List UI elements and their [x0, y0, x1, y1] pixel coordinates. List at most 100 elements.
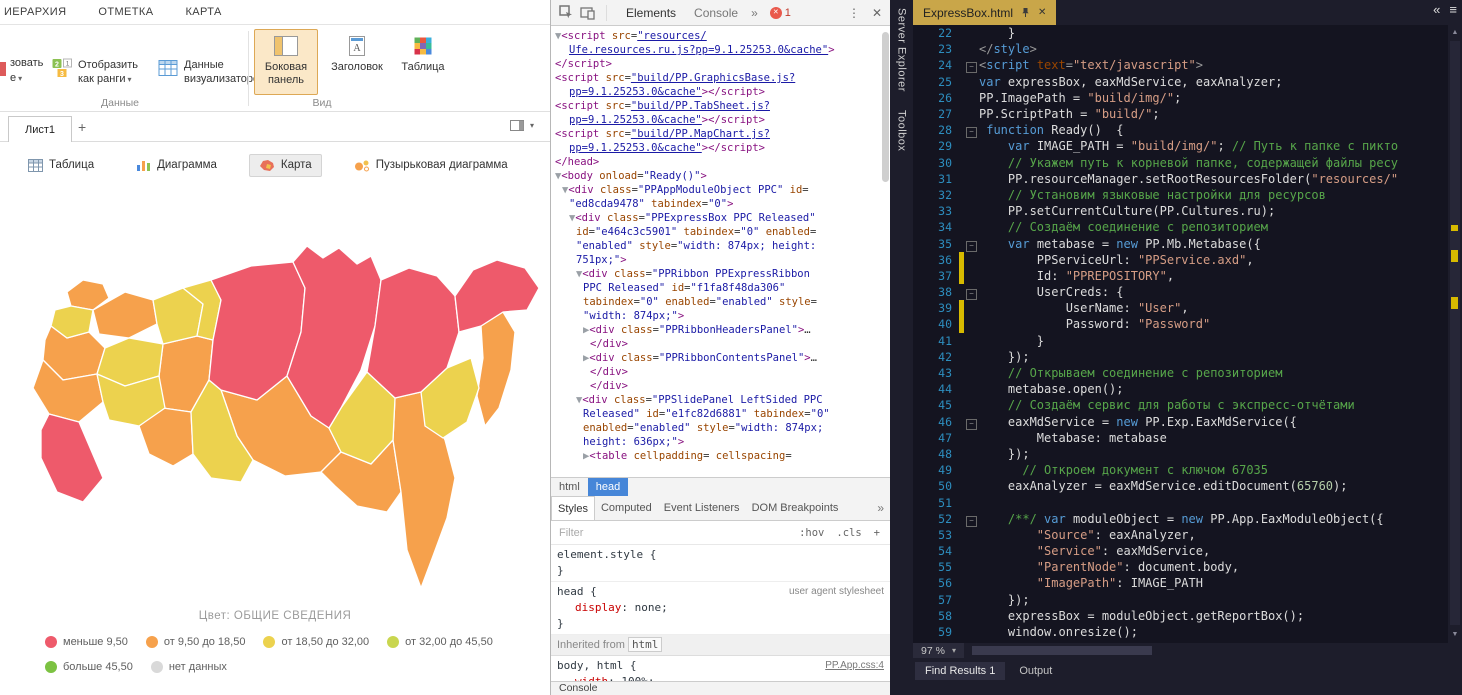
toolbox-tab[interactable]: Toolbox	[896, 110, 908, 151]
code-line[interactable]: 47 Metabase: metabase	[913, 430, 1448, 446]
dom-tree-line[interactable]: </head>	[551, 155, 890, 169]
dom-tree-line[interactable]: "width: 874px;">	[551, 309, 890, 323]
dom-tree-line[interactable]: ▶<table cellpadding= cellspacing=	[551, 449, 890, 463]
dom-tree-line[interactable]: height: 636px;">	[551, 435, 890, 449]
tab-styles[interactable]: Styles	[551, 496, 595, 520]
console-drawer-tab[interactable]: Console	[551, 681, 890, 695]
view-tab-chart[interactable]: Диаграмма	[126, 154, 227, 177]
code-line[interactable]: 58 expressBox = moduleObject.getReportBo…	[913, 608, 1448, 624]
dom-tree-line[interactable]: "enabled" style="width: 874px; height:	[551, 239, 890, 253]
editor-scrollbar[interactable]: ▲ ▼	[1448, 25, 1462, 643]
dom-tree-line[interactable]: ▼<div class="PPAppModuleObject PPC" id=	[551, 183, 890, 197]
code-line[interactable]: 36 PPServiceUrl: "PPService.axd",	[913, 252, 1448, 268]
dom-tree-line[interactable]: <script src="build/PP.GraphicsBase.js?	[551, 71, 890, 85]
dom-tree-line[interactable]: enabled="enabled" style="width: 874px;	[551, 421, 890, 435]
code-line[interactable]: 28− function Ready() {	[913, 122, 1448, 138]
dom-tree-line[interactable]: ▶<div class="PPRibbonContentsPanel">…	[551, 351, 890, 365]
pin-icon[interactable]	[1021, 7, 1030, 18]
dom-tree-line[interactable]: ▼<body onload="Ready()">	[551, 169, 890, 183]
code-line[interactable]: 25var expressBox, eaxMdService, eaxAnaly…	[913, 74, 1448, 90]
ribbon-tab-map[interactable]: КАРТА	[185, 6, 221, 18]
code-line[interactable]: 55 "ParentNode": document.body,	[913, 559, 1448, 575]
code-line[interactable]: 37 Id: "PPREPOSITORY",	[913, 268, 1448, 284]
device-toolbar-icon[interactable]	[580, 6, 596, 20]
code-line[interactable]: 57 });	[913, 592, 1448, 608]
code-line[interactable]: 54 "Service": eaxMdService,	[913, 543, 1448, 559]
tab-computed[interactable]: Computed	[595, 502, 658, 514]
sheet-tab[interactable]: Лист1	[8, 116, 72, 142]
dom-tree-scrollbar[interactable]	[882, 32, 889, 182]
tab-elements[interactable]: Elements	[617, 6, 685, 20]
code-line[interactable]: 45 // Создаём сервис для работы с экспре…	[913, 397, 1448, 413]
new-rule-button[interactable]: +	[874, 527, 880, 539]
dom-tree-line[interactable]: PPC Released" id="f1fa8f48da306"	[551, 281, 890, 295]
code-line[interactable]: 51	[913, 494, 1448, 510]
zoom-control[interactable]: 97 % ▾	[913, 643, 964, 658]
filter-input[interactable]: Filter	[559, 527, 583, 539]
code-line[interactable]: 44 metabase.open();	[913, 381, 1448, 397]
view-tab-table[interactable]: Таблица	[18, 154, 104, 177]
dom-tree-line[interactable]: <script src="build/PP.MapChart.js?	[551, 127, 890, 141]
fold-collapse-icon[interactable]: −	[966, 241, 977, 252]
ribbon-button-cutoff[interactable]: зовать е▾	[10, 56, 43, 86]
dom-tree-line[interactable]: Ufe.resources.ru.js?pp=9.1.25253.0&cache…	[551, 43, 890, 57]
view-tab-bubble-chart[interactable]: Пузырьковая диаграмма	[344, 154, 518, 177]
dom-tree-line[interactable]: ▼<div class="PPRibbon PPExpressRibbon	[551, 267, 890, 281]
code-line[interactable]: 39 UserName: "User",	[913, 300, 1448, 316]
code-line[interactable]: 40 Password: "Password"	[913, 316, 1448, 332]
code-line[interactable]: 46− eaxMdService = new PP.Exp.EaxMdServi…	[913, 414, 1448, 430]
code-line[interactable]: 31 PP.resourceManager.setRootResourcesFo…	[913, 171, 1448, 187]
code-line[interactable]: 23</style>	[913, 41, 1448, 57]
panel-toggle-button[interactable]: ▾	[510, 120, 534, 131]
add-sheet-button[interactable]: +	[78, 119, 86, 135]
more-tabs-icon[interactable]: »	[747, 6, 762, 20]
header-button[interactable]: A Заголовок	[327, 29, 387, 95]
show-as-ranks-button[interactable]: 2 1 3 Отобразить как ранги▾	[52, 58, 138, 87]
dom-tree-line[interactable]: "ed8cda9478" tabindex="0">	[551, 197, 890, 211]
dom-tree-line[interactable]: tabindex="0" enabled="enabled" style=	[551, 295, 890, 309]
code-line[interactable]: 22 }	[913, 25, 1448, 41]
code-line[interactable]: 33 PP.setCurrentCulture(PP.Cultures.ru);	[913, 203, 1448, 219]
code-line[interactable]: 29 var IMAGE_PATH = "build/img/"; // Пут…	[913, 138, 1448, 154]
devtools-menu-icon[interactable]: ⋮	[848, 6, 860, 20]
dom-tree[interactable]: ▼<script src="resources/Ufe.resources.ru…	[551, 27, 890, 477]
code-line[interactable]: 34 // Создаём соединение с репозиторием	[913, 219, 1448, 235]
code-line[interactable]: 38− UserCreds: {	[913, 284, 1448, 300]
code-line[interactable]: 27PP.ScriptPath = "build/";	[913, 106, 1448, 122]
code-line[interactable]: 48 });	[913, 446, 1448, 462]
dom-tree-line[interactable]: ▶<div class="PPRibbonHeadersPanel">…	[551, 323, 890, 337]
stylesheet-link[interactable]: PP.App.css:4	[825, 658, 884, 674]
dom-tree-line[interactable]: pp=9.1.25253.0&cache"></script>	[551, 113, 890, 127]
dom-tree-line[interactable]: ▼<script src="resources/	[551, 29, 890, 43]
code-editor[interactable]: 22 }23</style>24−<script text="text/java…	[913, 25, 1448, 643]
style-rule[interactable]: user agent stylesheethead { display: non…	[551, 582, 890, 635]
code-line[interactable]: 30 // Укажем путь к корневой папке, соде…	[913, 155, 1448, 171]
dom-tree-line[interactable]: <script src="build/PP.TabSheet.js?	[551, 99, 890, 113]
side-panel-button[interactable]: Боковая панель	[254, 29, 318, 95]
output-tab[interactable]: Output	[1009, 662, 1062, 680]
code-line[interactable]: 50 eaxAnalyzer = eaxMdService.editDocume…	[913, 478, 1448, 494]
dom-tree-line[interactable]: </div>	[551, 379, 890, 393]
tab-dom-breakpoints[interactable]: DOM Breakpoints	[746, 502, 845, 514]
collapse-icon[interactable]: «	[1433, 2, 1440, 17]
dom-tree-line[interactable]: pp=9.1.25253.0&cache"></script>	[551, 141, 890, 155]
code-line[interactable]: 41 }	[913, 333, 1448, 349]
style-rule[interactable]: PP.App.css:4body, html { width: 100%;	[551, 656, 890, 681]
scrollbar-thumb[interactable]	[1450, 41, 1460, 625]
inherited-element-tag[interactable]: html	[628, 637, 663, 652]
menu-icon[interactable]: ≡	[1449, 2, 1457, 17]
ribbon-tab-mark[interactable]: ОТМЕТКА	[98, 6, 153, 18]
more-tabs-icon[interactable]: »	[873, 501, 888, 515]
code-line[interactable]: 56 "ImagePath": IMAGE_PATH	[913, 575, 1448, 591]
dom-tree-line[interactable]: ▼<div class="PPExpressBox PPC Released"	[551, 211, 890, 225]
code-line[interactable]: 35− var metabase = new PP.Mb.Metabase({	[913, 235, 1448, 251]
code-line[interactable]: 42 });	[913, 349, 1448, 365]
code-line[interactable]: 26PP.ImagePath = "build/img/";	[913, 90, 1448, 106]
code-line[interactable]: 49 // Откроем документ с ключом 67035	[913, 462, 1448, 478]
code-line[interactable]: 43 // Открываем соединение с репозиторие…	[913, 365, 1448, 381]
map-regions[interactable]	[33, 246, 539, 588]
document-tab[interactable]: ExpressBox.html ✕	[913, 0, 1056, 25]
breadcrumb-html[interactable]: html	[551, 478, 588, 496]
fold-collapse-icon[interactable]: −	[966, 127, 977, 138]
fold-collapse-icon[interactable]: −	[966, 62, 977, 73]
